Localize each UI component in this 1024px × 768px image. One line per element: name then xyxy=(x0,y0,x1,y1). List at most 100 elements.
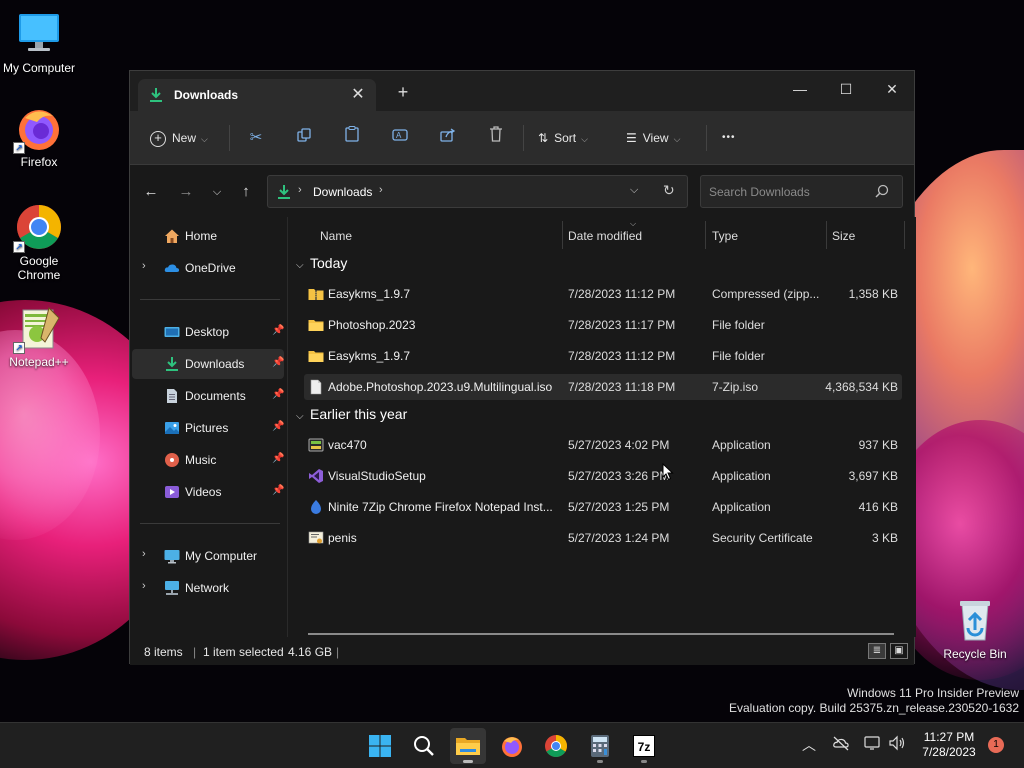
file-row[interactable]: Photoshop.2023 7/28/2023 11:17 PM File f… xyxy=(304,312,902,338)
sidebar-item-desktop[interactable]: Desktop 📌 xyxy=(132,317,284,347)
sidebar-item-videos[interactable]: Videos 📌 xyxy=(132,477,284,507)
search-input[interactable] xyxy=(709,183,869,201)
file-size: 3 KB xyxy=(871,531,898,545)
file-type: File folder xyxy=(712,349,765,363)
chevron-down-icon[interactable]: ⌵ xyxy=(296,260,310,271)
file-type: 7-Zip.iso xyxy=(712,380,759,394)
desktop-icon-google-chrome[interactable]: ↗ Google Chrome xyxy=(1,203,77,282)
tab-downloads[interactable]: Downloads ✕ xyxy=(138,79,376,111)
paste-icon[interactable] xyxy=(339,125,365,151)
desktop-icon-label: Recycle Bin xyxy=(943,647,1007,661)
chevron-right-icon[interactable]: › xyxy=(142,548,146,560)
taskbar-google-chrome[interactable] xyxy=(538,728,574,764)
tab-close-icon[interactable]: ✕ xyxy=(348,84,368,104)
sidebar-item-home[interactable]: Home xyxy=(132,221,284,251)
network-icon xyxy=(164,580,180,596)
sort-icon: ⇅ xyxy=(538,131,549,145)
minimize-button[interactable]: — xyxy=(777,75,823,105)
sidebar-item-label: Downloads xyxy=(185,357,245,371)
taskbar-calculator[interactable] xyxy=(582,728,618,764)
column-divider[interactable] xyxy=(904,221,905,249)
sidebar-item-my-computer[interactable]: › My Computer xyxy=(132,541,284,571)
maximize-button[interactable]: ☐ xyxy=(823,75,869,105)
large-icons-view-icon[interactable]: ▣ xyxy=(890,643,908,659)
refresh-icon[interactable]: ↻ xyxy=(663,182,675,199)
share-icon[interactable] xyxy=(435,125,461,151)
file-name: Easykms_1.9.7 xyxy=(328,349,411,363)
pin-icon: 📌 xyxy=(272,325,285,336)
status-bar: 8 items | 1 item selected 4.16 GB | ≣ ▣ xyxy=(130,637,914,665)
delete-icon[interactable] xyxy=(483,125,509,151)
view-button[interactable]: ☰ View ⌵ xyxy=(626,125,680,151)
sidebar-item-music[interactable]: Music 📌 xyxy=(132,445,284,475)
column-divider[interactable] xyxy=(705,221,706,249)
desktop-icon-label: My Computer xyxy=(2,61,76,75)
forward-arrow-icon[interactable]: → xyxy=(173,179,199,205)
sort-button[interactable]: ⇅ Sort ⌵ xyxy=(538,125,588,151)
pin-icon: 📌 xyxy=(272,389,285,400)
show-hidden-icons-chevron-icon[interactable]: ︿ xyxy=(802,735,816,755)
file-row-selected[interactable]: Adobe.Photoshop.2023.u9.Multilingual.iso… xyxy=(304,374,902,400)
chevron-right-icon[interactable]: › xyxy=(142,260,146,272)
watermark-edition: Windows 11 Pro Insider Preview xyxy=(847,686,1019,700)
recent-locations-chevron-icon[interactable]: ⌵ xyxy=(204,179,230,205)
column-divider[interactable] xyxy=(562,221,563,249)
taskbar-7zip[interactable]: 7z xyxy=(626,728,662,764)
column-header-date-modified[interactable]: Date modified xyxy=(568,223,642,249)
title-bar[interactable]: Downloads ✕ + — ☐ ✕ xyxy=(130,71,914,111)
address-dropdown-icon[interactable]: ⌵ xyxy=(630,184,638,197)
breadcrumb[interactable]: Downloads xyxy=(313,185,372,199)
back-arrow-icon[interactable]: ← xyxy=(138,179,164,205)
search-icon[interactable] xyxy=(875,184,889,201)
sidebar-item-label: Desktop xyxy=(185,325,230,339)
copy-icon[interactable] xyxy=(291,125,317,151)
file-row[interactable]: vac470 5/27/2023 4:02 PM Application 937… xyxy=(304,432,902,458)
notification-badge[interactable]: 1 xyxy=(988,737,1004,753)
address-bar[interactable]: › Downloads › ⌵ ↻ xyxy=(267,175,688,208)
close-button[interactable]: ✕ xyxy=(869,75,915,105)
chevron-down-icon[interactable]: ⌵ xyxy=(296,411,310,422)
sidebar-item-pictures[interactable]: Pictures 📌 xyxy=(132,413,284,443)
desktop-icon-notepad-plus-plus[interactable]: ↗ Notepad++ xyxy=(1,304,77,369)
horizontal-scrollbar[interactable] xyxy=(308,633,894,635)
desktop-icon-my-computer[interactable]: My Computer xyxy=(1,10,77,75)
column-header-type[interactable]: Type xyxy=(712,223,738,249)
file-row[interactable]: Easykms_1.9.7 7/28/2023 11:12 PM Compres… xyxy=(304,281,902,307)
taskbar-firefox[interactable] xyxy=(494,728,530,764)
taskbar-file-explorer[interactable] xyxy=(450,728,486,764)
file-size: 416 KB xyxy=(858,500,898,514)
new-tab-button[interactable]: + xyxy=(392,82,414,102)
desktop-icon-firefox[interactable]: ↗ Firefox xyxy=(1,104,77,169)
system-clock[interactable]: 11:27 PM 7/28/2023 xyxy=(912,730,986,760)
group-header-today[interactable]: ⌵ Today xyxy=(296,255,347,271)
search-box[interactable] xyxy=(700,175,903,208)
column-header-name[interactable]: Name xyxy=(320,223,352,249)
details-view-icon[interactable]: ≣ xyxy=(868,643,886,659)
column-header-size[interactable]: Size xyxy=(832,223,855,249)
file-row[interactable]: Easykms_1.9.7 7/28/2023 11:12 PM File fo… xyxy=(304,343,902,369)
pin-icon: 📌 xyxy=(272,357,285,368)
start-button[interactable] xyxy=(362,728,398,764)
search-button[interactable] xyxy=(406,728,442,764)
network-status-icon[interactable] xyxy=(864,735,882,754)
sidebar-item-documents[interactable]: Documents 📌 xyxy=(132,381,284,411)
file-type: Application xyxy=(712,469,771,483)
onedrive-offline-icon[interactable] xyxy=(832,735,850,754)
file-row[interactable]: Ninite 7Zip Chrome Firefox Notepad Inst.… xyxy=(304,494,902,520)
group-header-earlier-this-year[interactable]: ⌵ Earlier this year xyxy=(296,406,407,422)
file-row[interactable]: penis 5/27/2023 1:24 PM Security Certifi… xyxy=(304,525,902,551)
download-icon xyxy=(149,87,163,103)
new-button[interactable]: + New ⌵ xyxy=(150,125,208,151)
sidebar-item-onedrive[interactable]: › OneDrive xyxy=(132,253,284,283)
column-divider[interactable] xyxy=(826,221,827,249)
sidebar-item-downloads[interactable]: Downloads 📌 xyxy=(132,349,284,379)
volume-icon[interactable] xyxy=(888,735,906,754)
more-options-button[interactable]: ••• xyxy=(722,125,736,151)
cut-icon[interactable]: ✂ xyxy=(243,125,269,151)
chevron-right-icon[interactable]: › xyxy=(142,580,146,592)
sidebar-item-network[interactable]: › Network xyxy=(132,573,284,603)
rename-icon[interactable]: A xyxy=(387,125,413,151)
desktop-icon-recycle-bin[interactable]: Recycle Bin xyxy=(937,596,1013,661)
file-row[interactable]: VisualStudioSetup 5/27/2023 3:26 PM Appl… xyxy=(304,463,902,489)
up-arrow-icon[interactable]: ↑ xyxy=(233,179,259,205)
